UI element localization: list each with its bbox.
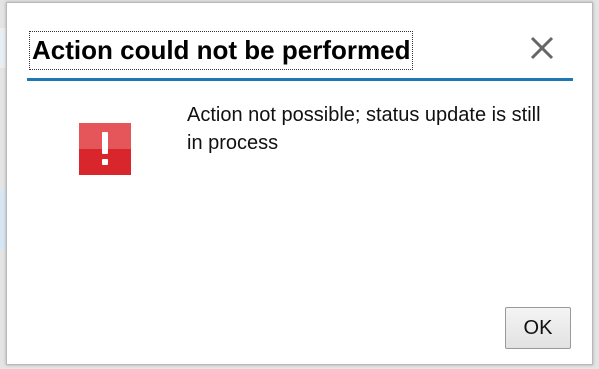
- close-button[interactable]: [527, 33, 557, 63]
- error-icon: [79, 123, 131, 175]
- dialog-message: Action not possible; status update is st…: [187, 104, 541, 154]
- ok-button[interactable]: OK: [505, 307, 571, 349]
- dialog-header: Action could not be performed: [27, 31, 573, 81]
- dialog-title: Action could not be performed: [29, 31, 414, 70]
- error-dialog: Action could not be performed Action not…: [6, 2, 593, 365]
- close-icon: [530, 36, 554, 60]
